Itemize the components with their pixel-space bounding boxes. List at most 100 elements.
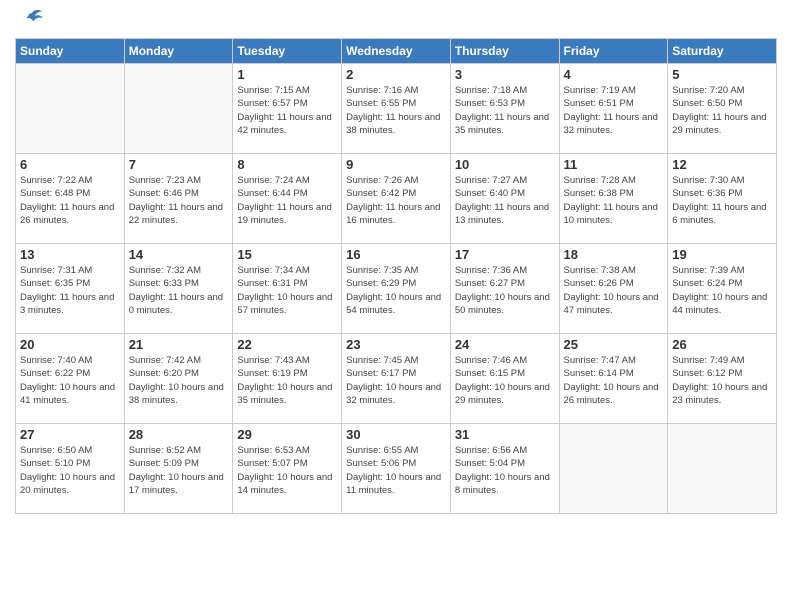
day-info: Sunrise: 7:31 AM Sunset: 6:35 PM Dayligh… <box>20 264 120 317</box>
day-info: Sunrise: 7:38 AM Sunset: 6:26 PM Dayligh… <box>564 264 664 317</box>
day-number: 5 <box>672 67 772 82</box>
day-cell: 17 Sunrise: 7:36 AM Sunset: 6:27 PM Dayli… <box>450 244 559 334</box>
day-number: 16 <box>346 247 446 262</box>
day-number: 12 <box>672 157 772 172</box>
day-number: 6 <box>20 157 120 172</box>
day-cell: 6 Sunrise: 7:22 AM Sunset: 6:48 PM Daylig… <box>16 154 125 244</box>
day-cell: 1 Sunrise: 7:15 AM Sunset: 6:57 PM Daylig… <box>233 64 342 154</box>
weekday-header-friday: Friday <box>559 39 668 64</box>
day-number: 30 <box>346 427 446 442</box>
day-info: Sunrise: 7:45 AM Sunset: 6:17 PM Dayligh… <box>346 354 446 407</box>
day-cell: 9 Sunrise: 7:26 AM Sunset: 6:42 PM Daylig… <box>342 154 451 244</box>
week-row-5: 27 Sunrise: 6:50 AM Sunset: 5:10 PM Dayli… <box>16 424 777 514</box>
day-info: Sunrise: 7:24 AM Sunset: 6:44 PM Dayligh… <box>237 174 337 227</box>
week-row-3: 13Sunrise: 7:31 AM Sunset: 6:35 PM Dayli… <box>16 244 777 334</box>
day-cell: 26 Sunrise: 7:49 AM Sunset: 6:12 PM Dayli… <box>668 334 777 424</box>
weekday-header-saturday: Saturday <box>668 39 777 64</box>
day-cell: 28Sunrise: 6:52 AM Sunset: 5:09 PM Dayli… <box>124 424 233 514</box>
day-info: Sunrise: 6:50 AM Sunset: 5:10 PM Dayligh… <box>20 444 120 497</box>
day-cell: 13Sunrise: 7:31 AM Sunset: 6:35 PM Dayli… <box>16 244 125 334</box>
bird-icon <box>18 4 46 32</box>
day-number: 31 <box>455 427 555 442</box>
day-info: Sunrise: 7:28 AM Sunset: 6:38 PM Dayligh… <box>564 174 664 227</box>
day-cell: 29 Sunrise: 6:53 AM Sunset: 5:07 PM Dayli… <box>233 424 342 514</box>
day-cell: 19 Sunrise: 7:39 AM Sunset: 6:24 PM Dayli… <box>668 244 777 334</box>
day-info: Sunrise: 6:55 AM Sunset: 5:06 PM Dayligh… <box>346 444 446 497</box>
day-number: 8 <box>237 157 337 172</box>
day-info: Sunrise: 7:20 AM Sunset: 6:50 PM Dayligh… <box>672 84 772 137</box>
day-info: Sunrise: 7:47 AM Sunset: 6:14 PM Dayligh… <box>564 354 664 407</box>
day-number: 23 <box>346 337 446 352</box>
day-number: 21 <box>129 337 229 352</box>
day-info: Sunrise: 6:56 AM Sunset: 5:04 PM Dayligh… <box>455 444 555 497</box>
day-info: Sunrise: 7:40 AM Sunset: 6:22 PM Dayligh… <box>20 354 120 407</box>
day-number: 3 <box>455 67 555 82</box>
weekday-header-monday: Monday <box>124 39 233 64</box>
day-number: 20 <box>20 337 120 352</box>
day-cell <box>559 424 668 514</box>
day-cell: 4Sunrise: 7:19 AM Sunset: 6:51 PM Daylig… <box>559 64 668 154</box>
weekday-header-tuesday: Tuesday <box>233 39 342 64</box>
day-number: 28 <box>129 427 229 442</box>
day-info: Sunrise: 7:18 AM Sunset: 6:53 PM Dayligh… <box>455 84 555 137</box>
day-cell: 22Sunrise: 7:43 AM Sunset: 6:19 PM Dayli… <box>233 334 342 424</box>
calendar-page: SundayMondayTuesdayWednesdayThursdayFrid… <box>0 0 792 524</box>
day-number: 9 <box>346 157 446 172</box>
day-cell: 10Sunrise: 7:27 AM Sunset: 6:40 PM Dayli… <box>450 154 559 244</box>
day-cell: 21 Sunrise: 7:42 AM Sunset: 6:20 PM Dayli… <box>124 334 233 424</box>
day-cell: 18Sunrise: 7:38 AM Sunset: 6:26 PM Dayli… <box>559 244 668 334</box>
day-info: Sunrise: 7:43 AM Sunset: 6:19 PM Dayligh… <box>237 354 337 407</box>
day-number: 17 <box>455 247 555 262</box>
day-cell <box>16 64 125 154</box>
day-info: Sunrise: 7:49 AM Sunset: 6:12 PM Dayligh… <box>672 354 772 407</box>
day-info: Sunrise: 6:53 AM Sunset: 5:07 PM Dayligh… <box>237 444 337 497</box>
day-number: 4 <box>564 67 664 82</box>
weekday-header-sunday: Sunday <box>16 39 125 64</box>
weekday-header-thursday: Thursday <box>450 39 559 64</box>
day-cell: 11 Sunrise: 7:28 AM Sunset: 6:38 PM Dayli… <box>559 154 668 244</box>
day-cell: 15 Sunrise: 7:34 AM Sunset: 6:31 PM Dayli… <box>233 244 342 334</box>
day-info: Sunrise: 7:36 AM Sunset: 6:27 PM Dayligh… <box>455 264 555 317</box>
day-cell: 30 Sunrise: 6:55 AM Sunset: 5:06 PM Dayli… <box>342 424 451 514</box>
weekday-header-row: SundayMondayTuesdayWednesdayThursdayFrid… <box>16 39 777 64</box>
day-info: Sunrise: 7:42 AM Sunset: 6:20 PM Dayligh… <box>129 354 229 407</box>
day-cell: 3 Sunrise: 7:18 AM Sunset: 6:53 PM Daylig… <box>450 64 559 154</box>
day-number: 10 <box>455 157 555 172</box>
day-number: 26 <box>672 337 772 352</box>
calendar-table: SundayMondayTuesdayWednesdayThursdayFrid… <box>15 38 777 514</box>
day-number: 15 <box>237 247 337 262</box>
day-info: Sunrise: 7:16 AM Sunset: 6:55 PM Dayligh… <box>346 84 446 137</box>
day-cell: 24Sunrise: 7:46 AM Sunset: 6:15 PM Dayli… <box>450 334 559 424</box>
weekday-header-wednesday: Wednesday <box>342 39 451 64</box>
day-number: 11 <box>564 157 664 172</box>
day-number: 2 <box>346 67 446 82</box>
day-cell: 14 Sunrise: 7:32 AM Sunset: 6:33 PM Dayli… <box>124 244 233 334</box>
day-number: 1 <box>237 67 337 82</box>
day-cell: 27 Sunrise: 6:50 AM Sunset: 5:10 PM Dayli… <box>16 424 125 514</box>
day-info: Sunrise: 7:26 AM Sunset: 6:42 PM Dayligh… <box>346 174 446 227</box>
header <box>15 10 777 32</box>
day-number: 14 <box>129 247 229 262</box>
week-row-1: 1 Sunrise: 7:15 AM Sunset: 6:57 PM Daylig… <box>16 64 777 154</box>
day-info: Sunrise: 7:34 AM Sunset: 6:31 PM Dayligh… <box>237 264 337 317</box>
day-info: Sunrise: 7:15 AM Sunset: 6:57 PM Dayligh… <box>237 84 337 137</box>
day-cell <box>668 424 777 514</box>
logo <box>15 10 46 32</box>
day-cell: 7Sunrise: 7:23 AM Sunset: 6:46 PM Daylig… <box>124 154 233 244</box>
day-number: 25 <box>564 337 664 352</box>
day-cell: 12 Sunrise: 7:30 AM Sunset: 6:36 PM Dayli… <box>668 154 777 244</box>
day-cell: 23 Sunrise: 7:45 AM Sunset: 6:17 PM Dayli… <box>342 334 451 424</box>
week-row-4: 20 Sunrise: 7:40 AM Sunset: 6:22 PM Dayli… <box>16 334 777 424</box>
day-number: 27 <box>20 427 120 442</box>
day-number: 29 <box>237 427 337 442</box>
day-info: Sunrise: 7:39 AM Sunset: 6:24 PM Dayligh… <box>672 264 772 317</box>
day-info: Sunrise: 7:22 AM Sunset: 6:48 PM Dayligh… <box>20 174 120 227</box>
day-info: Sunrise: 7:46 AM Sunset: 6:15 PM Dayligh… <box>455 354 555 407</box>
day-number: 19 <box>672 247 772 262</box>
day-info: Sunrise: 7:32 AM Sunset: 6:33 PM Dayligh… <box>129 264 229 317</box>
day-cell: 25 Sunrise: 7:47 AM Sunset: 6:14 PM Dayli… <box>559 334 668 424</box>
day-cell: 2 Sunrise: 7:16 AM Sunset: 6:55 PM Daylig… <box>342 64 451 154</box>
day-cell: 5 Sunrise: 7:20 AM Sunset: 6:50 PM Daylig… <box>668 64 777 154</box>
day-info: Sunrise: 7:30 AM Sunset: 6:36 PM Dayligh… <box>672 174 772 227</box>
day-cell: 16Sunrise: 7:35 AM Sunset: 6:29 PM Dayli… <box>342 244 451 334</box>
